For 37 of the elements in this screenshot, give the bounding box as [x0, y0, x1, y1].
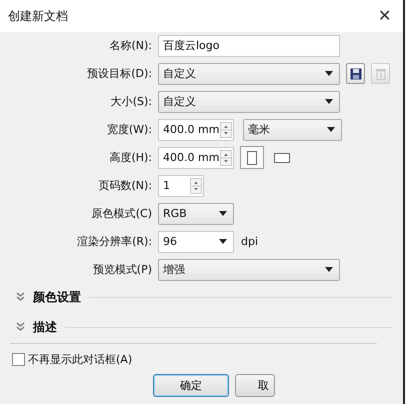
dropdown[interactable]: 自定义: [158, 62, 340, 84]
expand-icon[interactable]: [16, 292, 25, 302]
dropdown[interactable]: RGB: [158, 202, 234, 224]
portrait-page-icon: [247, 150, 257, 164]
combo-field[interactable]: 96: [158, 230, 234, 252]
field-label: 页码数(N):: [97, 178, 152, 193]
field-label: 名称(N):: [108, 38, 152, 53]
spinner-icon[interactable]: [190, 178, 202, 194]
section-title[interactable]: 描述: [33, 318, 57, 336]
field-label: 高度(H):: [108, 150, 152, 165]
spinner-icon[interactable]: [220, 150, 232, 166]
field-label: 预览模式(P): [92, 262, 152, 277]
ok-button[interactable]: 确定: [153, 374, 229, 397]
number-field[interactable]: 400.0 mm: [158, 118, 234, 140]
expand-icon[interactable]: [16, 322, 25, 332]
number-field[interactable]: 400.0 mm: [158, 146, 234, 168]
checkbox-label: 不再显示此对话框(A): [28, 352, 132, 367]
landscape-page-icon: [274, 152, 290, 162]
field-label: 宽度(W):: [106, 122, 152, 137]
unit-label: dpi: [241, 235, 258, 248]
unit-dropdown[interactable]: 毫米: [243, 118, 342, 140]
field-label: 原色模式(C): [90, 206, 152, 221]
window-title: 创建新文档: [8, 8, 68, 24]
name-field[interactable]: 百度云logo: [158, 34, 340, 56]
dropdown[interactable]: 自定义: [158, 90, 340, 112]
number-field[interactable]: 1: [158, 174, 204, 196]
cancel-button[interactable]: 取: [235, 374, 275, 397]
portrait-button[interactable]: [240, 146, 264, 169]
save-icon[interactable]: [346, 63, 365, 84]
section-title[interactable]: 颜色设置: [33, 288, 81, 306]
field-label: 大小(S):: [110, 94, 152, 109]
dropdown[interactable]: 增强: [158, 258, 340, 280]
checkbox[interactable]: [12, 353, 25, 366]
field-label: 预设目标(D):: [86, 66, 152, 81]
field-label: 渲染分辨率(R):: [76, 234, 152, 249]
spinner-icon[interactable]: [220, 122, 232, 138]
close-button[interactable]: ✕: [374, 6, 395, 26]
